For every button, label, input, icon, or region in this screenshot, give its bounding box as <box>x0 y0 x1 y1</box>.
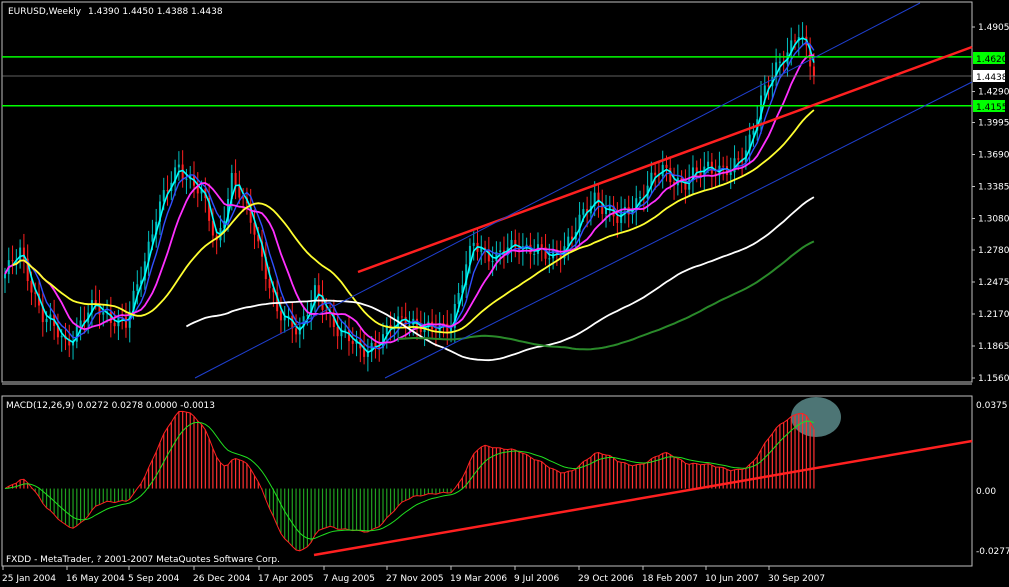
candle-body <box>552 249 555 259</box>
candle-body <box>695 167 698 172</box>
price-tick-label: 1.1560 <box>978 374 1009 384</box>
candle-body <box>582 209 585 215</box>
candle-body <box>351 341 354 344</box>
price-tick-label: 1.3080 <box>978 215 1009 225</box>
time-tick-label: 9 Jul 2006 <box>514 574 559 584</box>
candle-body <box>344 329 347 331</box>
candle-body <box>472 242 475 246</box>
candle-body <box>665 164 668 168</box>
candle-body <box>60 335 63 338</box>
candle-body <box>378 346 381 348</box>
price-tick-label: 1.2780 <box>978 246 1009 256</box>
candle-body <box>317 285 320 295</box>
time-tick-label: 5 Sep 2004 <box>128 574 180 584</box>
current-price-tag-text: 1.4438 <box>976 73 1008 83</box>
candle-body <box>408 324 411 326</box>
candle-body <box>812 66 815 77</box>
candle-body <box>94 300 97 304</box>
candle-body <box>767 85 770 87</box>
price-tick-label: 1.3690 <box>978 150 1009 160</box>
macd-tick-bottom: -0.0277 <box>976 547 1009 557</box>
candle-body <box>177 164 180 168</box>
candle-body <box>605 209 608 214</box>
candle-body <box>11 260 14 262</box>
price-tick-label: 1.4290 <box>978 88 1009 98</box>
time-tick-label: 19 Mar 2006 <box>450 574 507 584</box>
time-tick-label: 25 Jan 2004 <box>2 574 56 584</box>
candle-body <box>279 311 282 321</box>
candle-body <box>30 281 33 293</box>
candle-body <box>295 328 298 335</box>
price-tick-label: 1.4905 <box>978 23 1009 33</box>
candle-body <box>124 317 127 328</box>
candle-body <box>400 316 403 318</box>
candle-body <box>113 322 116 327</box>
price-tick-label: 1.3995 <box>978 118 1009 128</box>
time-tick-label: 18 Feb 2007 <box>642 574 698 584</box>
current-price-tag: 1.4438 <box>973 70 1008 83</box>
candle-body <box>283 316 286 321</box>
hline-upper-tag: 1.4620 <box>973 52 1008 65</box>
candle-body <box>540 244 543 248</box>
time-tick-label: 26 Dec 2004 <box>193 574 251 584</box>
time-tick-label: 17 Apr 2005 <box>258 574 314 584</box>
candle-body <box>778 61 781 63</box>
candle-body <box>729 172 732 175</box>
candle-body <box>794 40 797 42</box>
chart-canvas: EURUSD,Weekly 1.4390 1.4450 1.4388 1.443… <box>0 0 1009 587</box>
ohlc-label: 1.4390 1.4450 1.4388 1.4438 <box>88 7 223 17</box>
hline-lower-tag: 1.4155 <box>973 100 1008 113</box>
candle-body <box>548 258 551 260</box>
candle-body <box>268 279 271 289</box>
candle-body <box>34 292 37 294</box>
candle-body <box>669 167 672 183</box>
hline-upper-tag-text: 1.4620 <box>976 55 1008 65</box>
candle-body <box>136 284 139 291</box>
price-tick-label: 1.3385 <box>978 182 1009 192</box>
candle-body <box>707 161 710 167</box>
candle-body <box>499 250 502 252</box>
symbol-label: EURUSD,Weekly <box>8 7 82 17</box>
candle-body <box>162 190 165 202</box>
candle-body <box>185 178 188 180</box>
copyright-text: FXDD - MetaTrader, ? 2001-2007 MetaQuote… <box>6 555 280 565</box>
time-tick-label: 29 Oct 2006 <box>578 574 634 584</box>
candle-body <box>737 158 740 160</box>
candle-body <box>533 253 536 255</box>
candle-body <box>336 327 339 337</box>
candle-body <box>166 190 169 192</box>
macd-tick-top: 0.0375 <box>976 401 1008 411</box>
candle-body <box>242 197 245 199</box>
candle-body <box>688 179 691 190</box>
candle-body <box>234 172 237 185</box>
macd-tick-zero: 0.00 <box>976 487 996 497</box>
hline-lower-tag-text: 1.4155 <box>976 103 1008 113</box>
macd-label: MACD(12,26,9) 0.0272 0.0278 0.0000 -0.00… <box>6 401 215 411</box>
candle-body <box>79 320 82 327</box>
candle-body <box>639 197 642 199</box>
time-tick-label: 16 May 2004 <box>66 574 125 584</box>
candle-body <box>102 312 105 315</box>
candle-body <box>722 165 725 167</box>
time-tick-label: 10 Jun 2007 <box>705 574 759 584</box>
candle-body <box>654 172 657 176</box>
candle-body <box>45 318 48 323</box>
candle-body <box>19 247 22 261</box>
candle-body <box>616 216 619 223</box>
candle-body <box>661 164 664 176</box>
candle-body <box>491 261 494 263</box>
price-tick-label: 1.1865 <box>978 342 1009 352</box>
candle-body <box>763 85 766 96</box>
time-tick-label: 27 Nov 2005 <box>386 574 444 584</box>
price-tick-label: 1.2475 <box>978 278 1009 288</box>
time-tick-label: 7 Aug 2005 <box>323 574 375 584</box>
time-tick-label: 30 Sep 2007 <box>768 574 825 584</box>
candle-body <box>752 130 755 135</box>
price-tick-label: 1.2170 <box>978 310 1009 320</box>
candle-body <box>4 274 6 279</box>
candle-body <box>457 292 460 305</box>
